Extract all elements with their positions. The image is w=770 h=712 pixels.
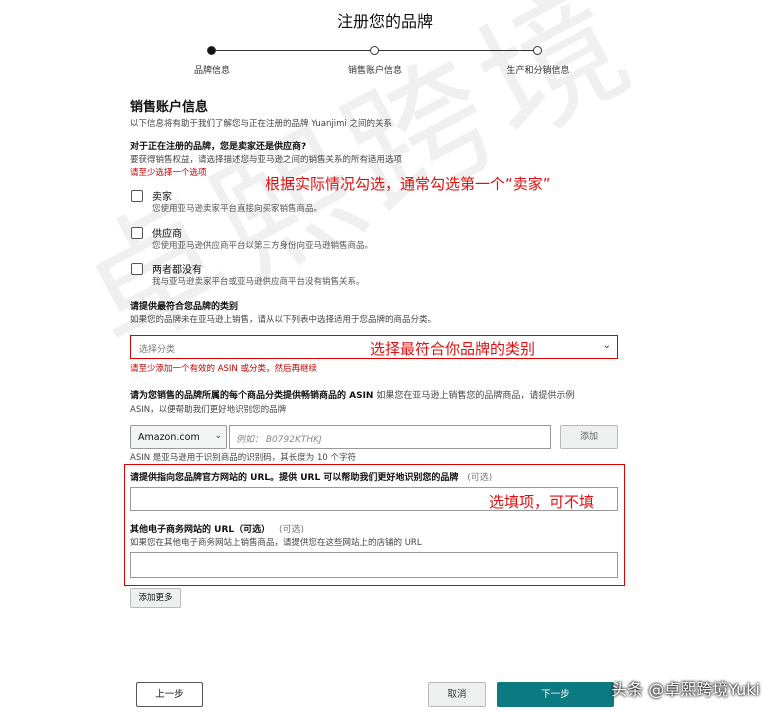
step-dot-current [207, 46, 216, 55]
vendor-option-desc: 您使用亚马逊供应商平台以第三方身份向亚马逊销售商品。 [152, 241, 374, 251]
asin-help-line2: ASIN，以便帮助我们更好地识别您的品牌 [130, 405, 287, 415]
other-sites-url-input[interactable] [130, 552, 618, 578]
annotation-category-tip: 选择最符合你品牌的类别 [370, 340, 536, 358]
asin-note: ASIN 是亚马逊用于识别商品的识别码，其长度为 10 个字符 [130, 453, 356, 463]
asin-help: 如果您在亚马逊上销售您的品牌商品，请提供示例 [376, 391, 575, 401]
asin-input[interactable]: 例如： B0792KTHKJ [229, 425, 551, 449]
official-url-label: 请提供指向您品牌官方网站的 URL。提供 URL 可以帮助我们更好地识别您的品牌… [130, 470, 492, 483]
asin-title-line: 请为您销售的品牌所属的每个商品分类提供畅销商品的 ASIN 如果您在亚马逊上销售… [130, 388, 574, 401]
back-button[interactable]: 上一步 [136, 682, 203, 707]
vendor-checkbox[interactable] [131, 227, 143, 239]
annotation-optional-tip: 选填项，可不填 [489, 493, 595, 511]
other-sites-help: 如果您在其他电子商务网站上销售商品，请提供您在这些网站上的店铺的 URL [130, 538, 422, 548]
step-label-sales-account: 销售账户信息 [347, 66, 403, 76]
seller-question-help: 要获得销售权益，请选择描述您与亚马逊之间的销售关系的所有适用选项 [130, 155, 403, 165]
category-error: 请至少添加一个有效的 ASIN 或分类，然后再继续 [130, 364, 317, 374]
step-label-production: 生产和分销信息 [506, 66, 570, 76]
category-help: 如果您的品牌未在亚马逊上销售，请从以下列表中选择适用于您品牌的商品分类。 [130, 315, 437, 325]
section-intro: 以下信息将有助于我们了解您与正在注册的品牌 Yuanjimi 之间的关系 [130, 119, 392, 129]
next-button[interactable]: 下一步 [497, 682, 614, 707]
vendor-option-label: 供应商 [152, 229, 182, 240]
cancel-button[interactable]: 取消 [428, 682, 486, 707]
category-title: 请提供最符合您品牌的类别 [130, 302, 239, 312]
chevron-down-icon: ⌄ [602, 340, 611, 351]
category-select-placeholder: 选择分类 [139, 345, 176, 355]
section-heading: 销售账户信息 [130, 100, 209, 115]
progress-stepper: 品牌信息 销售账户信息 生产和分销信息 [194, 44, 570, 84]
seller-option-label: 卖家 [152, 192, 172, 203]
neither-option-desc: 我与亚马逊卖家平台或亚马逊供应商平台没有销售关系。 [152, 277, 365, 287]
seller-question-error: 请至少选择一个选项 [130, 168, 207, 178]
step-dot [533, 46, 542, 55]
step-label-brand-info: 品牌信息 [193, 66, 231, 76]
seller-question-title: 对于正在注册的品牌，您是卖家还是供应商? [130, 142, 307, 152]
marketplace-value: Amazon.com [138, 432, 200, 443]
chevron-down-icon: ⌄ [214, 431, 222, 441]
neither-checkbox[interactable] [131, 263, 143, 275]
add-asin-button[interactable]: 添加 [560, 425, 618, 449]
add-more-button[interactable]: 添加更多 [130, 588, 181, 608]
stepper-line [379, 50, 537, 51]
asin-placeholder: 例如： B0792KTHKJ [236, 435, 322, 445]
page-title: 注册您的品牌 [336, 12, 433, 31]
stepper-line [212, 50, 370, 51]
seller-option-desc: 您使用亚马逊卖家平台直接向买家销售商品。 [152, 204, 323, 214]
other-sites-title: 其他电子商务网站的 URL（可选） [130, 525, 271, 535]
other-sites-optional: (可选) [278, 525, 305, 535]
annotation-seller-tip: 根据实际情况勾选，通常勾选第一个“卖家” [265, 175, 551, 193]
neither-option-label: 两者都没有 [152, 265, 202, 276]
step-dot [370, 46, 379, 55]
asin-title: 请为您销售的品牌所属的每个商品分类提供畅销商品的 ASIN [130, 391, 374, 401]
official-url-optional: (可选) [467, 473, 493, 483]
source-watermark: 头条 @卓熙跨境Yuki [611, 680, 760, 699]
seller-checkbox[interactable] [131, 190, 143, 202]
marketplace-select[interactable]: Amazon.com ⌄ [130, 425, 227, 449]
official-url-title: 请提供指向您品牌官方网站的 URL。提供 URL 可以帮助我们更好地识别您的品牌 [130, 473, 459, 483]
other-sites-label: 其他电子商务网站的 URL（可选） (可选) [130, 522, 304, 535]
